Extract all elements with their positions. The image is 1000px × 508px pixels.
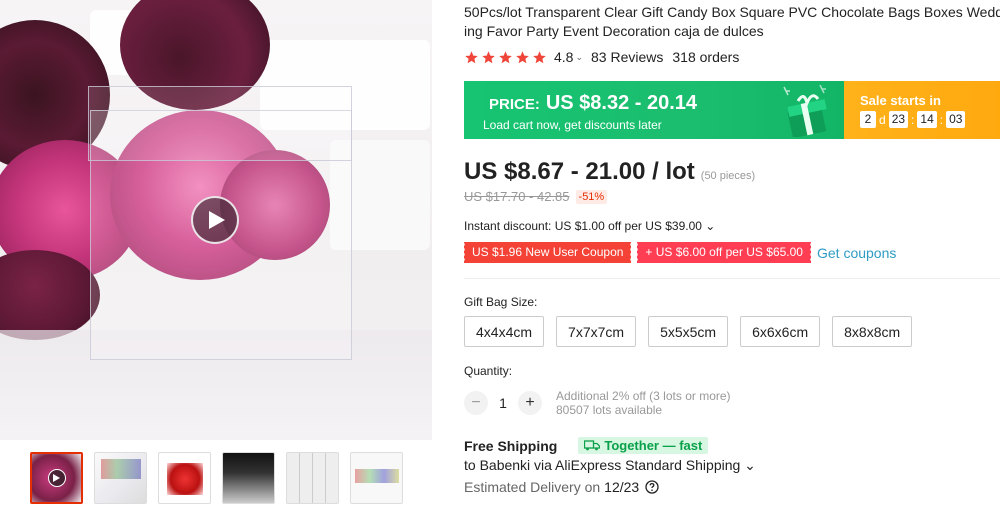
gift-box-icon — [783, 85, 827, 137]
new-user-coupon[interactable]: US $1.96 New User Coupon — [462, 242, 632, 263]
quantity-label: Quantity: — [464, 364, 513, 378]
estimated-delivery-date: 12/23 — [604, 479, 640, 495]
pieces-per-lot: (50 pieces) — [700, 170, 756, 182]
shipping-method-select[interactable]: to Babenki via AliExpress Standard Shipp… — [464, 457, 756, 474]
product-title: 50Pcs/lot Transparent Clear Gift Candy B… — [464, 3, 1000, 41]
orders-count: 318 orders — [672, 49, 740, 65]
sale-countdown-section: Sale starts in 2 d 23 : 14 : 03 — [844, 81, 1000, 139]
box-preview — [355, 469, 399, 483]
promo-price-section: PRICE: US $8.32 - 20.14 Load cart now, g… — [464, 81, 844, 139]
box-preview — [167, 463, 203, 495]
countdown-seconds: 03 — [946, 111, 966, 128]
size-option[interactable]: 5x5x5cm — [648, 316, 729, 347]
size-label: Gift Bag Size: — [464, 295, 538, 309]
chevron-down-icon[interactable]: ⌄ — [575, 52, 583, 63]
instant-discount[interactable]: Instant discount: US $1.00 off per US $3… — [464, 219, 715, 233]
increase-quantity-button[interactable]: + — [518, 391, 542, 415]
countdown-separator: : — [939, 112, 944, 127]
play-video-button[interactable] — [191, 196, 239, 244]
thumbnail-image[interactable] — [286, 452, 339, 504]
star-icon — [533, 50, 546, 63]
size-option[interactable]: 8x8x8cm — [832, 316, 913, 347]
sale-label: Sale starts in — [860, 93, 941, 108]
size-option[interactable]: 4x4x4cm — [464, 316, 545, 347]
star-icon — [516, 50, 529, 63]
thumbnail-video[interactable] — [30, 452, 83, 504]
main-product-image[interactable] — [0, 0, 432, 440]
thumbnail-image[interactable] — [222, 452, 275, 504]
current-price: US $8.67 - 21.00 / lot — [464, 158, 695, 185]
shipping-section: Free Shipping Together — fast to Babenki… — [464, 437, 756, 495]
stock-available: 80507 lots available — [556, 403, 663, 417]
price-row: US $8.67 - 21.00 / lot (50 pieces) — [464, 158, 755, 186]
thumbnail-image[interactable] — [94, 452, 147, 504]
truck-icon — [584, 440, 601, 451]
discount-badge: -51% — [575, 189, 608, 204]
reviews-link[interactable]: 83 Reviews — [591, 49, 663, 65]
product-info-panel: 50Pcs/lot Transparent Clear Gift Candy B… — [462, 0, 1000, 495]
countdown-days-unit: d — [879, 112, 886, 127]
size-option[interactable]: 7x7x7cm — [556, 316, 637, 347]
thumbnail-image[interactable] — [158, 452, 211, 504]
together-fast-badge: Together — fast — [578, 437, 709, 454]
bulk-discount-note: Additional 2% off (3 lots or more) — [556, 389, 731, 403]
size-option[interactable]: 6x6x6cm — [740, 316, 821, 347]
product-title-line: ing Favor Party Event Decoration caja de… — [464, 23, 764, 39]
sale-countdown: 2 d 23 : 14 : 03 — [860, 111, 966, 128]
together-fast-label: Together — fast — [604, 438, 703, 453]
play-icon — [47, 469, 66, 487]
rating-value[interactable]: 4.8 — [554, 49, 573, 65]
box-preview — [101, 459, 141, 479]
estimated-delivery-label: Estimated Delivery on — [464, 479, 601, 495]
original-price: US $17.70 - 42.85 — [464, 189, 570, 204]
quantity-input[interactable] — [488, 395, 518, 411]
estimated-delivery: Estimated Delivery on 12/23 — [464, 479, 756, 495]
countdown-hours: 23 — [888, 111, 909, 128]
promo-price-label: PRICE: — [489, 96, 540, 113]
decrease-quantity-button[interactable]: − — [464, 391, 488, 415]
quantity-stepper: − + Additional 2% off (3 lots or more) 8… — [464, 389, 731, 417]
thumbnail-strip — [30, 452, 403, 504]
countdown-days: 2 — [860, 111, 876, 128]
star-icon — [499, 50, 512, 63]
countdown-minutes: 14 — [917, 111, 937, 128]
countdown-separator: : — [911, 112, 915, 127]
divider — [464, 278, 1000, 279]
store-coupon[interactable]: + US $6.00 off per US $65.00 — [636, 242, 811, 263]
rating-stars — [464, 50, 547, 65]
promo-price-value: US $8.32 - 20.14 — [545, 92, 698, 114]
clear-box-lid — [88, 86, 352, 161]
promo-price: PRICE: US $8.32 - 20.14 — [489, 92, 697, 115]
star-icon — [465, 50, 478, 63]
thumbnail-image[interactable] — [350, 452, 403, 504]
help-icon[interactable] — [645, 480, 659, 494]
rating-row: 4.8 ⌄ 83 Reviews 318 orders — [464, 49, 739, 65]
original-price-row: US $17.70 - 42.85 -51% — [464, 189, 608, 204]
product-title-line: 50Pcs/lot Transparent Clear Gift Candy B… — [464, 4, 1000, 20]
free-shipping-title: Free Shipping — [464, 437, 558, 454]
coupon-row: US $1.96 New User Coupon + US $6.00 off … — [462, 242, 896, 263]
quantity-notes: Additional 2% off (3 lots or more) 80507… — [556, 389, 731, 417]
get-coupons-link[interactable]: Get coupons — [817, 245, 896, 261]
star-icon — [482, 50, 495, 63]
promo-price-banner: PRICE: US $8.32 - 20.14 Load cart now, g… — [464, 81, 1000, 139]
promo-subtext: Load cart now, get discounts later — [483, 118, 662, 132]
size-options: 4x4x4cm 7x7x7cm 5x5x5cm 6x6x6cm 8x8x8cm — [464, 316, 913, 347]
shipping-header: Free Shipping Together — fast — [464, 437, 756, 454]
